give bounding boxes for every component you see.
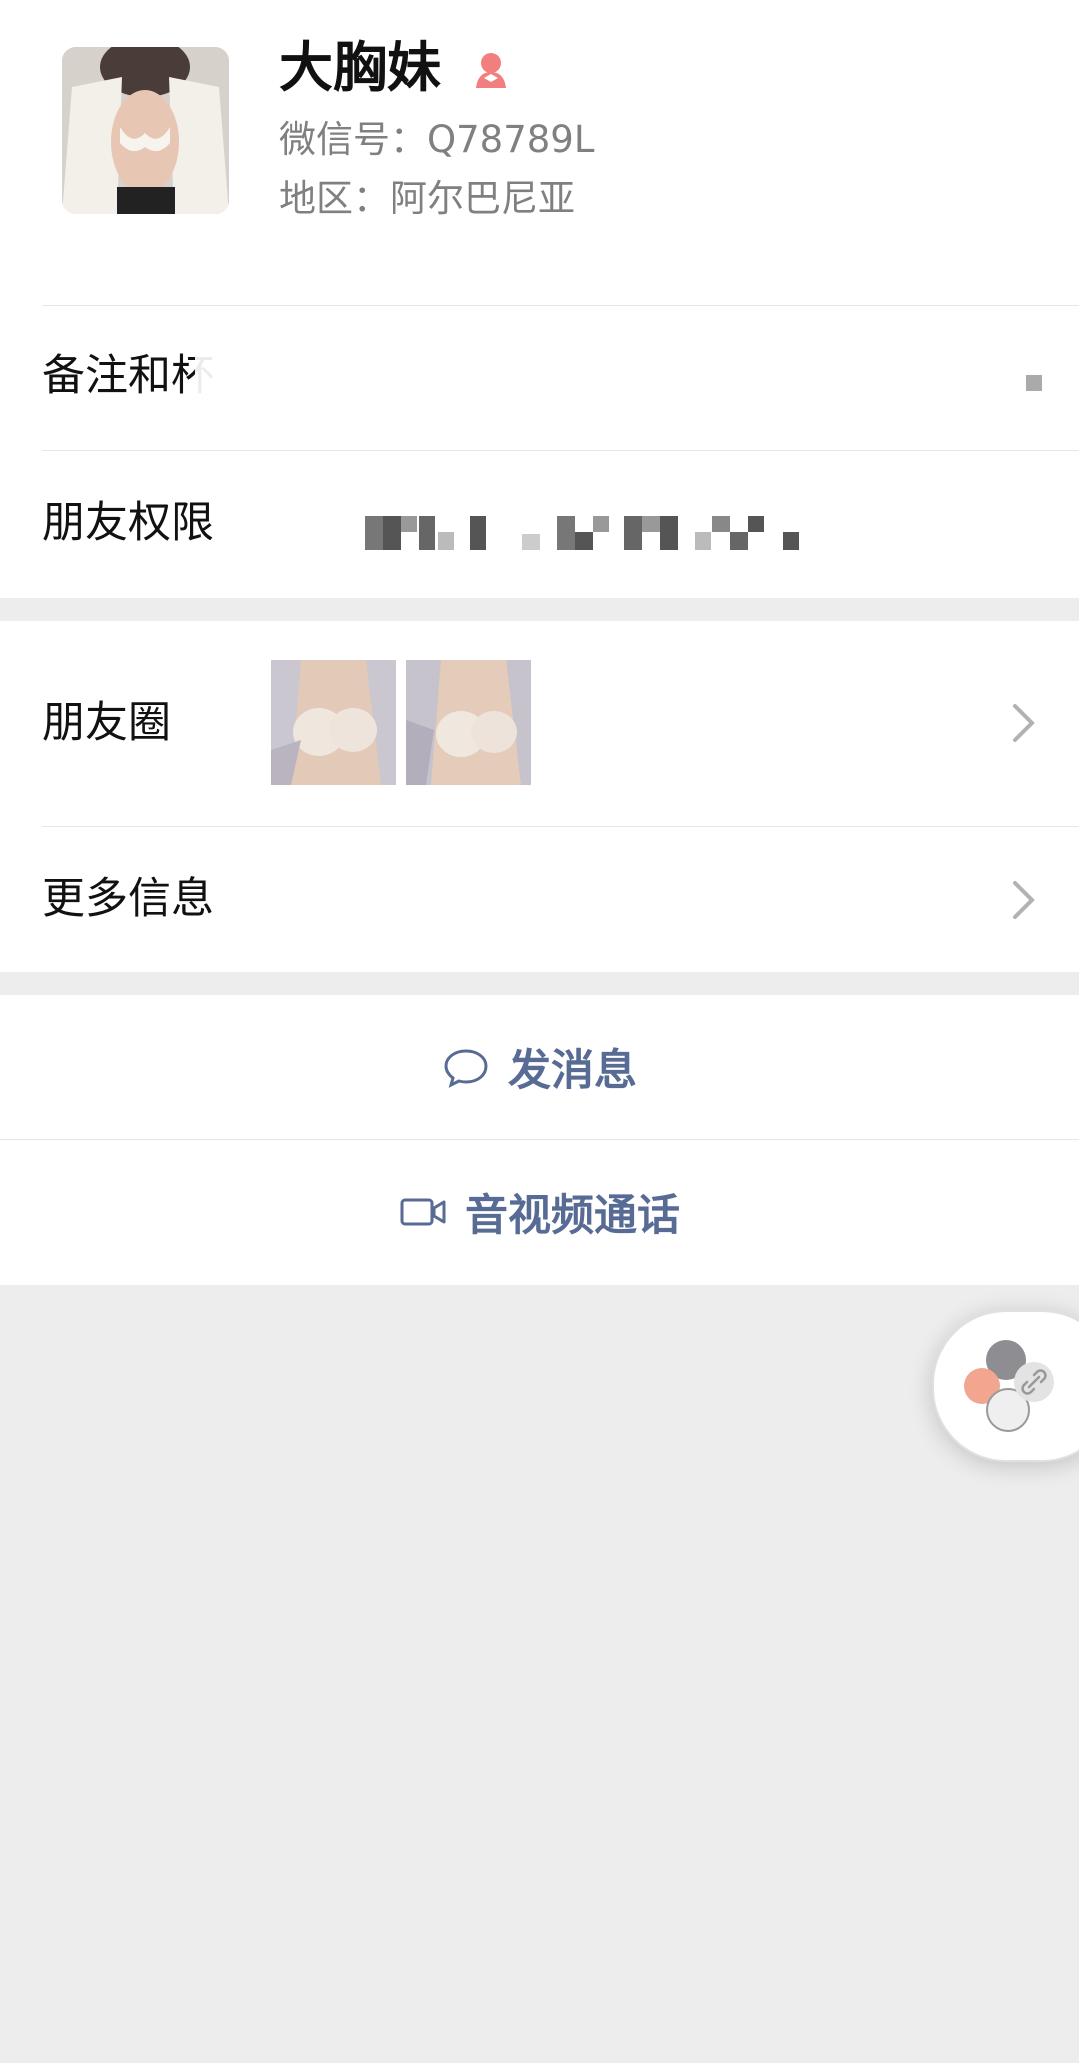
redaction-pixel (783, 532, 799, 550)
redaction-pixel (557, 516, 575, 550)
wechat-id: 微信号：Q78789L (279, 118, 595, 161)
video-call-label: 音视频通话 (465, 1191, 680, 1241)
actions-section: 发消息 音视频通话 (0, 995, 1079, 1285)
moments-section: 朋友圈 更多信息 (0, 621, 1079, 972)
redaction-pixel (419, 516, 435, 550)
chevron-right-icon (1013, 881, 1035, 919)
send-message-button[interactable]: 发消息 (0, 995, 1079, 1139)
redaction-pixel (438, 532, 454, 550)
remarks-label: 备注和杯 (42, 351, 214, 401)
redaction-pixel (522, 534, 540, 550)
redaction-pixel (730, 532, 748, 550)
redaction-pixel (575, 532, 593, 550)
redaction-pixel (401, 516, 417, 532)
link-icon (1014, 1362, 1054, 1402)
moments-thumbnail (271, 660, 396, 785)
floating-window-ball[interactable] (932, 1310, 1079, 1462)
chat-bubble-icon (444, 1049, 488, 1088)
redaction-pixel (748, 516, 764, 532)
redaction-pixel (470, 516, 486, 550)
redaction-pixel (1026, 375, 1042, 391)
redaction-pixel (593, 516, 609, 532)
region: 地区：阿尔巴尼亚 (279, 177, 575, 220)
moments-thumbnail (406, 660, 531, 785)
redaction-pixel (383, 516, 401, 550)
video-call-button[interactable]: 音视频通话 (0, 1140, 1079, 1284)
redaction-pixel (624, 516, 642, 550)
moments-label: 朋友圈 (42, 698, 171, 748)
redaction-pixel (695, 532, 711, 550)
permissions-label: 朋友权限 (42, 498, 214, 548)
video-camera-icon (400, 1198, 446, 1226)
moments-row[interactable]: 朋友圈 (0, 621, 1079, 826)
thumbnail-photo (271, 660, 396, 785)
chevron-right-icon (1013, 704, 1035, 742)
remarks-row[interactable]: 备注和杯 (0, 306, 1079, 450)
avatar[interactable] (62, 47, 229, 214)
redaction-pixel (712, 516, 730, 532)
more-info-row[interactable]: 更多信息 (0, 827, 1079, 972)
link-glyph (1021, 1369, 1047, 1395)
redaction-pixel (365, 516, 383, 550)
more-info-label: 更多信息 (42, 874, 214, 924)
avatar-photo (62, 47, 229, 214)
thumbnail-photo (406, 660, 531, 785)
redaction-pixel (642, 516, 660, 532)
female-icon (476, 53, 506, 88)
redaction-blur (195, 336, 615, 431)
permissions-row[interactable]: 朋友权限 (0, 451, 1079, 598)
redaction-pixel (660, 516, 678, 550)
contact-name: 大胸妹 (279, 36, 441, 99)
send-message-label: 发消息 (508, 1046, 637, 1096)
profile-card: 大胸妹 微信号：Q78789L 地区：阿尔巴尼亚 备注和杯 朋友权限 (0, 0, 1079, 598)
